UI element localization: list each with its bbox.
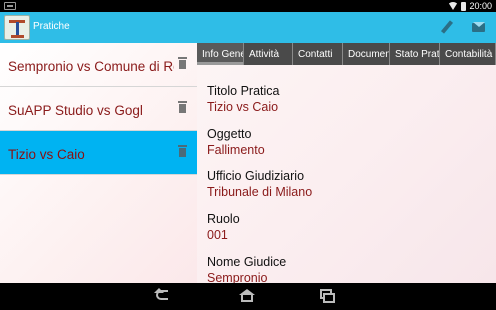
tab-label: Documenti xyxy=(348,49,389,60)
navigation-bar xyxy=(0,283,496,310)
tab-info-generali[interactable]: Info Generali xyxy=(197,43,244,65)
recent-apps-icon[interactable] xyxy=(317,288,337,304)
tab-attivita[interactable]: Attività xyxy=(244,43,293,65)
trash-icon[interactable] xyxy=(178,101,187,114)
tab-contatti[interactable]: Contatti xyxy=(293,43,343,65)
app-logo-icon[interactable] xyxy=(4,15,30,40)
app-title: Pratiche xyxy=(33,21,70,32)
field-oggetto: Oggetto Fallimento xyxy=(207,127,265,157)
tab-bar: Info Generali Attività Contatti Document… xyxy=(197,43,496,65)
list-item-selected[interactable]: Tizio vs Caio xyxy=(0,131,197,175)
tab-documenti[interactable]: Documenti xyxy=(343,43,390,65)
list-item[interactable]: SuAPP Studio vs Gogl xyxy=(0,87,197,131)
field-value: Sempronio xyxy=(207,271,268,283)
field-titolo-pratica: Titolo Pratica Tizio vs Caio xyxy=(207,84,279,114)
field-label: Oggetto xyxy=(207,127,252,141)
tab-label: Attività xyxy=(249,49,280,60)
wifi-icon xyxy=(448,2,459,10)
back-icon[interactable] xyxy=(154,288,174,304)
field-label: Nome Giudice xyxy=(207,255,287,269)
status-icons: 20:00 xyxy=(448,0,492,12)
trash-icon[interactable] xyxy=(178,57,187,70)
field-value: 001 xyxy=(207,228,228,242)
list-item-label: SuAPP Studio vs Gogl xyxy=(8,103,143,118)
status-bar: 20:00 xyxy=(0,0,496,12)
field-ruolo: Ruolo 001 xyxy=(207,212,240,242)
trash-icon[interactable] xyxy=(178,145,187,158)
pencil-icon[interactable] xyxy=(439,20,455,36)
field-label: Ruolo xyxy=(207,212,240,226)
field-value: Tizio vs Caio xyxy=(207,100,279,114)
tab-contabilita[interactable]: Contabilità xyxy=(440,43,496,65)
battery-icon xyxy=(461,1,467,11)
tab-label: Contabilità xyxy=(445,49,493,60)
field-value: Fallimento xyxy=(207,143,265,157)
tab-stato-pratica[interactable]: Stato Pratica xyxy=(390,43,440,65)
list-item-label: Tizio vs Caio xyxy=(8,147,85,162)
field-nome-giudice: Nome Giudice Sempronio xyxy=(207,255,286,283)
mail-icon[interactable] xyxy=(472,20,488,36)
notification-icon xyxy=(4,2,16,10)
field-label: Ufficio Giudiziario xyxy=(207,169,305,183)
tab-label: Stato Pratica xyxy=(395,49,440,60)
list-item-label: Sempronio vs Comune di Roma xyxy=(8,59,174,74)
detail-panel: Info Generali Attività Contatti Document… xyxy=(197,43,496,283)
field-ufficio-giudiziario: Ufficio Giudiziario Tribunale di Milano xyxy=(207,169,312,199)
field-label: Titolo Pratica xyxy=(207,84,280,98)
action-bar: Pratiche xyxy=(0,12,496,43)
field-value: Tribunale di Milano xyxy=(207,185,313,199)
clock: 20:00 xyxy=(469,1,492,11)
tab-label: Info Generali xyxy=(202,49,244,60)
home-icon[interactable] xyxy=(237,288,257,304)
tab-label: Contatti xyxy=(298,49,333,60)
list-item[interactable]: Sempronio vs Comune di Roma xyxy=(0,43,197,87)
pratiche-list: Sempronio vs Comune di Roma SuAPP Studio… xyxy=(0,43,197,283)
